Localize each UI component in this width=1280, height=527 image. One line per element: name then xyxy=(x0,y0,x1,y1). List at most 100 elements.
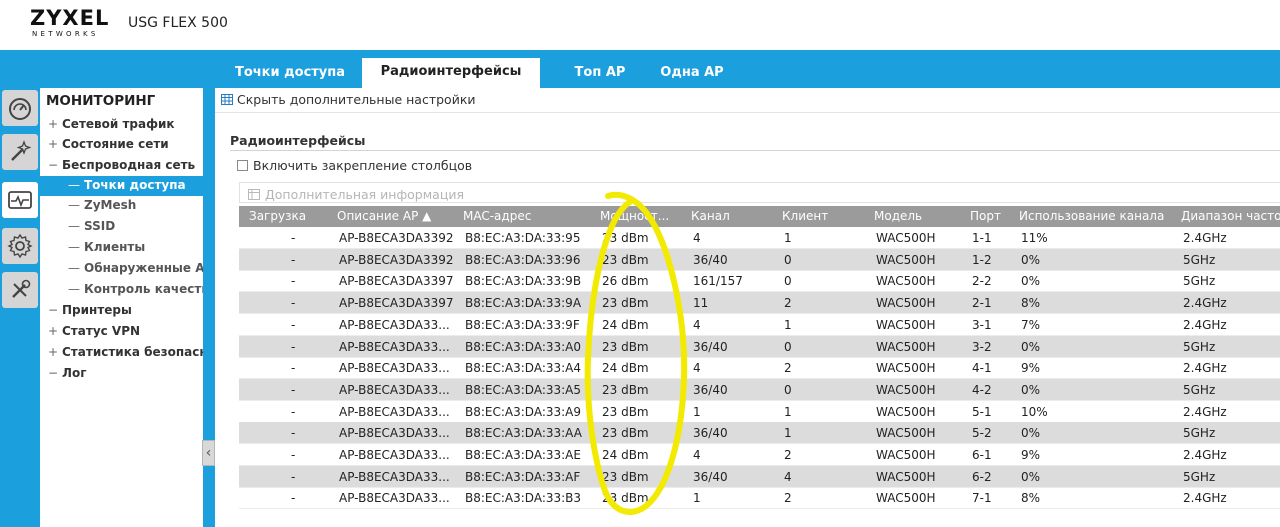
table-row[interactable]: - AP-B8ECA3DA33... B8:EC:A3:DA:33:B3 23 dBm… xyxy=(239,487,1280,510)
collapse-icon: − xyxy=(48,303,59,317)
cell-power: 23 dBm xyxy=(602,426,649,441)
cell-load: - xyxy=(291,404,296,419)
cell-ap-description: AP-B8ECA3DA33... xyxy=(339,404,450,419)
menu-item-wireless[interactable]: − Беспроводная сеть xyxy=(40,156,203,176)
table-row[interactable]: - AP-B8ECA3DA3392 B8:EC:A3:DA:33:95 23 dBm 4… xyxy=(239,227,1280,249)
table-row[interactable]: - AP-B8ECA3DA33... B8:EC:A3:DA:33:A0 23 dBm… xyxy=(239,335,1280,358)
cell-frequency-band: 5GHz xyxy=(1183,339,1216,354)
submenu-item-ssid[interactable]: — SSID xyxy=(40,217,203,237)
cell-model: WAC500H xyxy=(876,339,936,354)
table-row[interactable]: - AP-B8ECA3DA33... B8:EC:A3:DA:33:AE 24 dBm… xyxy=(239,444,1280,466)
monitor-icon[interactable] xyxy=(2,182,38,218)
cell-frequency-band: 5GHz xyxy=(1183,382,1216,397)
header-col-ap-description[interactable]: Описание AP ▲ xyxy=(337,209,431,223)
header-col-port[interactable]: Порт xyxy=(970,209,1001,223)
table-row[interactable]: - AP-B8ECA3DA33... B8:EC:A3:DA:33:AF 23 dBm… xyxy=(239,465,1280,488)
submenu-item-label: Точки доступа xyxy=(84,178,186,192)
submenu-item-quality-control[interactable]: — Контроль качества xyxy=(40,280,203,300)
cell-power: 23 dBm xyxy=(602,339,649,354)
cell-ap-description: AP-B8ECA3DA33... xyxy=(339,448,450,462)
header-col-clients[interactable]: Клиент xyxy=(782,209,828,223)
header-col-power[interactable]: Мощност... xyxy=(600,209,669,223)
cell-mac-address: B8:EC:A3:DA:33:AE xyxy=(465,448,581,462)
cell-frequency-band: 2.4GHz xyxy=(1183,317,1227,332)
tab-single-ap[interactable]: Одна AP xyxy=(650,59,734,88)
table-row[interactable]: - AP-B8ECA3DA33... B8:EC:A3:DA:33:A5 23 dBm… xyxy=(239,378,1280,401)
hide-advanced-label: Скрыть дополнительные настройки xyxy=(237,92,476,107)
cell-clients: 0 xyxy=(784,339,792,354)
cell-channel: 11 xyxy=(693,296,709,311)
cell-ap-description: AP-B8ECA3DA33... xyxy=(339,469,450,484)
header-col-load[interactable]: Загрузка xyxy=(249,209,306,223)
menu-item-log[interactable]: − Лог xyxy=(40,364,203,384)
menu-item-label: Статус VPN xyxy=(62,324,141,338)
tab-radio-interfaces[interactable]: Радиоинтерфейсы xyxy=(362,58,540,88)
menu-item-label: Принтеры xyxy=(62,303,132,317)
menu-item-label: Сетевой трафик xyxy=(62,117,175,131)
submenu-item-access-points[interactable]: — Точки доступа xyxy=(40,176,203,196)
menu-item-network-traffic[interactable]: + Сетевой трафик xyxy=(40,115,203,135)
tab-access-points[interactable]: Точки доступа xyxy=(226,59,354,88)
cell-port: 5-1 xyxy=(972,404,992,419)
checkbox-icon[interactable] xyxy=(237,160,248,171)
cell-channel-usage: 9% xyxy=(1021,448,1041,462)
cell-frequency-band: 2.4GHz xyxy=(1183,361,1227,376)
header-col-channel[interactable]: Канал xyxy=(691,209,730,223)
cell-channel-usage: 8% xyxy=(1021,491,1041,506)
table-row[interactable]: - AP-B8ECA3DA3392 B8:EC:A3:DA:33:96 23 dBm 3… xyxy=(239,248,1280,271)
header-col-mac-address[interactable]: MAC-адрес xyxy=(463,209,531,223)
menu-item-label: Лог xyxy=(62,366,87,380)
tab-top-ap[interactable]: Топ AP xyxy=(565,59,635,88)
cell-load: - xyxy=(291,448,296,462)
expand-icon: + xyxy=(48,345,59,359)
cell-port: 2-1 xyxy=(972,296,992,311)
submenu-item-detected-ap[interactable]: — Обнаруженные AP xyxy=(40,259,203,279)
cell-ap-description: AP-B8ECA3DA3397 xyxy=(339,274,454,289)
table-row[interactable]: - AP-B8ECA3DA33... B8:EC:A3:DA:33:A9 23 dBm… xyxy=(239,401,1280,423)
menu-item-printers[interactable]: − Принтеры xyxy=(40,301,203,321)
cell-mac-address: B8:EC:A3:DA:33:B3 xyxy=(465,491,582,506)
header-col-model[interactable]: Модель xyxy=(874,209,922,223)
cell-model: WAC500H xyxy=(876,426,936,441)
collapse-sidebar-button[interactable]: ‹ xyxy=(202,440,215,466)
submenu-item-label: Клиенты xyxy=(84,240,146,254)
menu-item-network-status[interactable]: + Состояние сети xyxy=(40,135,203,155)
cell-mac-address: B8:EC:A3:DA:33:95 xyxy=(465,231,581,245)
freeze-columns-checkbox[interactable]: Включить закрепление столбцов xyxy=(237,158,472,173)
submenu-item-zymesh[interactable]: — ZyMesh xyxy=(40,196,203,216)
header-col-frequency-band[interactable]: Диапазон частот xyxy=(1181,209,1280,223)
table-icon xyxy=(221,94,233,105)
cell-load: - xyxy=(291,382,296,397)
submenu-item-clients[interactable]: — Клиенты xyxy=(40,238,203,258)
submenu-item-label: SSID xyxy=(84,219,116,233)
table-row[interactable]: - AP-B8ECA3DA33... B8:EC:A3:DA:33:A4 24 dBm… xyxy=(239,357,1280,380)
zyxel-logo[interactable]: ZYXEL NETWORKS xyxy=(30,7,112,38)
dashboard-icon[interactable] xyxy=(2,90,38,126)
cell-load: - xyxy=(291,491,296,506)
table-row[interactable]: - AP-B8ECA3DA3397 B8:EC:A3:DA:33:9A 23 dBm 1… xyxy=(239,292,1280,315)
cell-channel-usage: 8% xyxy=(1021,296,1041,311)
cell-power: 24 dBm xyxy=(602,448,649,462)
table-row[interactable]: - AP-B8ECA3DA3397 B8:EC:A3:DA:33:9B 26 dBm 1… xyxy=(239,270,1280,293)
app-header: ZYXEL NETWORKS USG FLEX 500 xyxy=(0,0,1280,50)
header-col-channel-usage[interactable]: Использование канала xyxy=(1019,209,1164,223)
cell-load: - xyxy=(291,361,296,376)
hide-advanced-settings-link[interactable]: Скрыть дополнительные настройки xyxy=(221,92,476,107)
cell-frequency-band: 2.4GHz xyxy=(1183,448,1227,462)
table-row[interactable]: - AP-B8ECA3DA33... B8:EC:A3:DA:33:9F 24 dBm… xyxy=(239,314,1280,336)
cell-power: 23 dBm xyxy=(602,231,649,245)
table-row[interactable]: - AP-B8ECA3DA33... B8:EC:A3:DA:33:AA 23 dBm… xyxy=(239,422,1280,445)
gear-icon[interactable] xyxy=(2,228,38,264)
more-info-panel[interactable]: Дополнительная информация xyxy=(239,182,1280,203)
cell-load: - xyxy=(291,231,296,245)
cell-power: 23 dBm xyxy=(602,252,649,267)
cell-power: 26 dBm xyxy=(602,274,649,289)
tools-icon[interactable] xyxy=(2,272,38,308)
cell-port: 3-2 xyxy=(972,339,992,354)
cell-port: 3-1 xyxy=(972,317,992,332)
menu-item-security-stats[interactable]: + Статистика безопасности xyxy=(40,343,203,363)
menu-item-vpn-status[interactable]: + Статус VPN xyxy=(40,322,203,342)
cell-frequency-band: 5GHz xyxy=(1183,469,1216,484)
wand-icon[interactable] xyxy=(2,134,38,170)
cell-clients: 0 xyxy=(784,274,792,289)
